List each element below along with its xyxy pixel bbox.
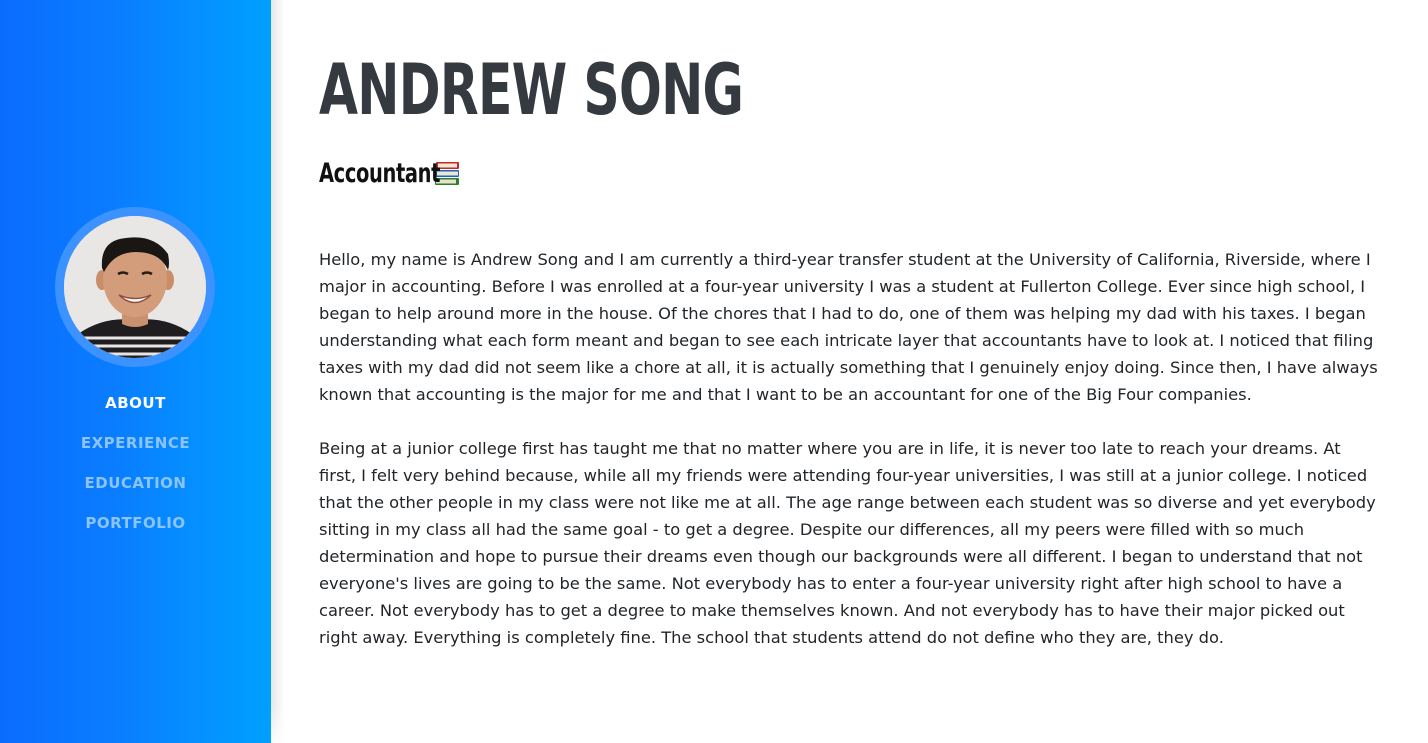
avatar-ring — [55, 207, 215, 367]
nav-item-education[interactable]: EDUCATION — [0, 470, 271, 510]
about-paragraph: Hello, my name is Andrew Song and I am c… — [319, 250, 1378, 404]
sidebar-nav: ABOUT EXPERIENCE EDUCATION PORTFOLIO — [0, 390, 271, 550]
scroll-fade — [271, 703, 1428, 743]
about-paragraph: Being at a junior college first has taug… — [319, 439, 1376, 647]
sidebar: ABOUT EXPERIENCE EDUCATION PORTFOLIO — [0, 0, 271, 743]
about-text: Hello, my name is Andrew Song and I am c… — [319, 246, 1379, 678]
nav-item-portfolio[interactable]: PORTFOLIO — [0, 510, 271, 550]
avatar — [64, 216, 206, 358]
nav-item-about[interactable]: ABOUT — [0, 390, 271, 430]
sidebar-shadow — [271, 0, 285, 743]
page-title: ANDREW SONG — [319, 49, 744, 131]
subtitle-text: Accountant — [319, 158, 441, 189]
subtitle: Accountant — [319, 155, 462, 198]
nav-item-experience[interactable]: EXPERIENCE — [0, 430, 271, 470]
profile-photo — [64, 216, 206, 358]
